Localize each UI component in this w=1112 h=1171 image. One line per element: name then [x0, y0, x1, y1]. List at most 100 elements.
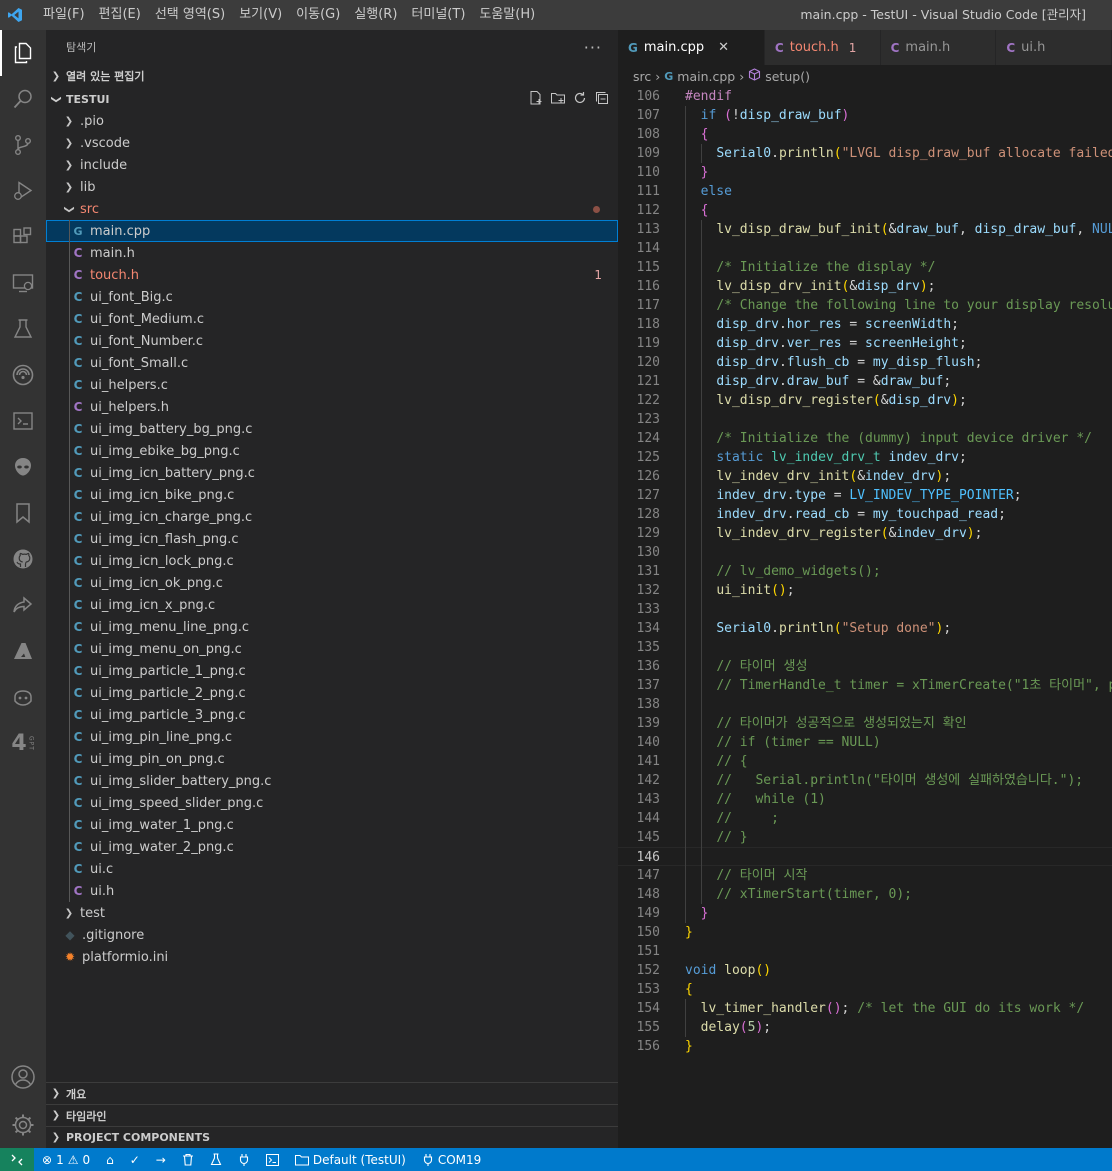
copilot-icon[interactable]: [0, 674, 46, 720]
explorer-sidebar: 탐색기 ··· ❯ 열려 있는 편집기 ❯ TESTUI ❯ .pio ❯ .vsco…: [46, 30, 618, 1148]
tree-file[interactable]: Cui_img_menu_on_png.c: [46, 638, 618, 660]
tree-file[interactable]: Cui_img_slider_battery_png.c: [46, 770, 618, 792]
pio-monitor-button[interactable]: [230, 1153, 258, 1166]
tree-file[interactable]: Cui_img_particle_1_png.c: [46, 660, 618, 682]
run-debug-icon[interactable]: [0, 168, 46, 214]
tree-file[interactable]: Cui.c: [46, 858, 618, 880]
tree-item-label: ui_img_menu_line_png.c: [90, 619, 250, 635]
search-icon[interactable]: [0, 76, 46, 122]
pio-terminal-button[interactable]: [258, 1153, 287, 1166]
refresh-icon[interactable]: [572, 90, 588, 109]
testing-icon[interactable]: [0, 306, 46, 352]
tree-folder[interactable]: ❯ .pio: [46, 110, 618, 132]
terminal-icon[interactable]: [0, 398, 46, 444]
azure-icon[interactable]: [0, 628, 46, 674]
menu-item[interactable]: 실행(R): [347, 0, 404, 30]
tree-file[interactable]: Cui_img_battery_bg_png.c: [46, 418, 618, 440]
tree-file[interactable]: Cui_img_ebike_bg_png.c: [46, 440, 618, 462]
tree-file[interactable]: Ctouch.h 1: [46, 264, 618, 286]
tree-file[interactable]: Cui_font_Number.c: [46, 330, 618, 352]
bookmarks-icon[interactable]: [0, 490, 46, 536]
tree-file[interactable]: Cui_img_icn_flash_png.c: [46, 528, 618, 550]
tree-file[interactable]: Cui_font_Small.c: [46, 352, 618, 374]
tree-file[interactable]: Cui_img_icn_bike_png.c: [46, 484, 618, 506]
pio-build-button[interactable]: ✓: [122, 1153, 148, 1167]
tab-touch-h[interactable]: Ctouch.h 1: [764, 30, 881, 65]
menu-item[interactable]: 편집(E): [92, 0, 148, 30]
remote-explorer-icon[interactable]: [0, 260, 46, 306]
tree-folder[interactable]: ❯ include: [46, 154, 618, 176]
tree-file[interactable]: Cui_img_water_2_png.c: [46, 836, 618, 858]
tab-main-cpp[interactable]: Gmain.cpp ✕: [618, 30, 765, 65]
tree-file[interactable]: Cui_font_Big.c: [46, 286, 618, 308]
breadcrumb-item[interactable]: src: [633, 69, 651, 84]
problems-indicator[interactable]: ⊗ 1 ⚠ 0: [34, 1153, 98, 1167]
tree-folder[interactable]: ❯ src: [46, 198, 618, 220]
tree-file[interactable]: ✹ platformio.ini: [46, 946, 618, 968]
collapse-all-icon[interactable]: [594, 90, 610, 109]
tree-file[interactable]: Cui_img_icn_ok_png.c: [46, 572, 618, 594]
gpt4-icon[interactable]: 4 GPT: [0, 720, 46, 766]
open-editors-section[interactable]: ❯ 열려 있는 편집기: [46, 65, 618, 87]
breadcrumb-item[interactable]: setup(): [765, 69, 810, 84]
tree-file[interactable]: Cui_img_icn_x_png.c: [46, 594, 618, 616]
sidebar-section[interactable]: ❯ 개요: [46, 1082, 618, 1104]
tree-file[interactable]: Cui_img_speed_slider_png.c: [46, 792, 618, 814]
sidebar-section[interactable]: ❯ 타임라인: [46, 1104, 618, 1126]
explorer-icon[interactable]: [0, 30, 46, 76]
tree-folder[interactable]: ❯ .vscode: [46, 132, 618, 154]
h-file-icon: C: [774, 40, 784, 55]
menu-item[interactable]: 선택 영역(S): [148, 0, 232, 30]
pio-clean-button[interactable]: [174, 1153, 202, 1166]
tree-file[interactable]: ◆ .gitignore: [46, 924, 618, 946]
tree-file[interactable]: Cui.h: [46, 880, 618, 902]
menu-item[interactable]: 보기(V): [232, 0, 289, 30]
tree-file[interactable]: Cui_img_pin_line_png.c: [46, 726, 618, 748]
tree-file[interactable]: Cui_img_icn_lock_png.c: [46, 550, 618, 572]
code-line: 150}: [618, 923, 1112, 942]
platformio-icon[interactable]: [0, 352, 46, 398]
tree-file[interactable]: Cui_img_particle_2_png.c: [46, 682, 618, 704]
tree-folder[interactable]: ❯ lib: [46, 176, 618, 198]
github-icon[interactable]: [0, 536, 46, 582]
tree-file[interactable]: Cui_helpers.c: [46, 374, 618, 396]
close-icon[interactable]: ✕: [718, 40, 729, 55]
pio-upload-button[interactable]: →: [148, 1153, 174, 1167]
source-control-icon[interactable]: [0, 122, 46, 168]
tree-file[interactable]: Cui_img_pin_on_png.c: [46, 748, 618, 770]
tree-file[interactable]: Cui_img_menu_line_png.c: [46, 616, 618, 638]
tree-file[interactable]: Cmain.h: [46, 242, 618, 264]
tree-file[interactable]: Cui_img_water_1_png.c: [46, 814, 618, 836]
more-actions-icon[interactable]: ···: [584, 30, 602, 65]
tab-ui-h[interactable]: Cui.h: [996, 30, 1112, 65]
pio-test-button[interactable]: [202, 1153, 230, 1166]
remote-icon[interactable]: [0, 1148, 34, 1171]
pio-home-button[interactable]: ⌂: [98, 1153, 122, 1167]
pio-env-switcher[interactable]: Default (TestUI): [287, 1153, 414, 1167]
menu-item[interactable]: 파일(F): [36, 0, 92, 30]
extensions-icon[interactable]: [0, 214, 46, 260]
project-section[interactable]: ❯ TESTUI: [46, 88, 618, 110]
accounts-icon[interactable]: [0, 1054, 46, 1100]
menu-item[interactable]: 도움말(H): [472, 0, 542, 30]
tree-file[interactable]: Gmain.cpp: [46, 220, 618, 242]
menu-item[interactable]: 이동(G): [289, 0, 347, 30]
tree-file[interactable]: Cui_helpers.h: [46, 396, 618, 418]
alien-icon[interactable]: [0, 444, 46, 490]
tree-file[interactable]: Cui_img_icn_charge_png.c: [46, 506, 618, 528]
manage-gear-icon[interactable]: [0, 1102, 46, 1148]
new-folder-icon[interactable]: [550, 90, 566, 109]
code-editor[interactable]: 106 #endif 107 if (!disp_draw_buf) 108 {109…: [618, 87, 1112, 1087]
serial-port-button[interactable]: COM19: [414, 1153, 489, 1167]
menu-item[interactable]: 터미널(T): [404, 0, 472, 30]
tree-file[interactable]: Cui_img_icn_battery_png.c: [46, 462, 618, 484]
tree-file[interactable]: Cui_img_particle_3_png.c: [46, 704, 618, 726]
tree-folder[interactable]: ❯ test: [46, 902, 618, 924]
new-file-icon[interactable]: [528, 90, 544, 109]
tab-main-h[interactable]: Cmain.h: [880, 30, 997, 65]
tree-file[interactable]: Cui_font_Medium.c: [46, 308, 618, 330]
breadcrumb-item[interactable]: main.cpp: [677, 69, 735, 84]
sidebar-section[interactable]: ❯ PROJECT COMPONENTS: [46, 1126, 618, 1148]
live-share-icon[interactable]: [0, 582, 46, 628]
